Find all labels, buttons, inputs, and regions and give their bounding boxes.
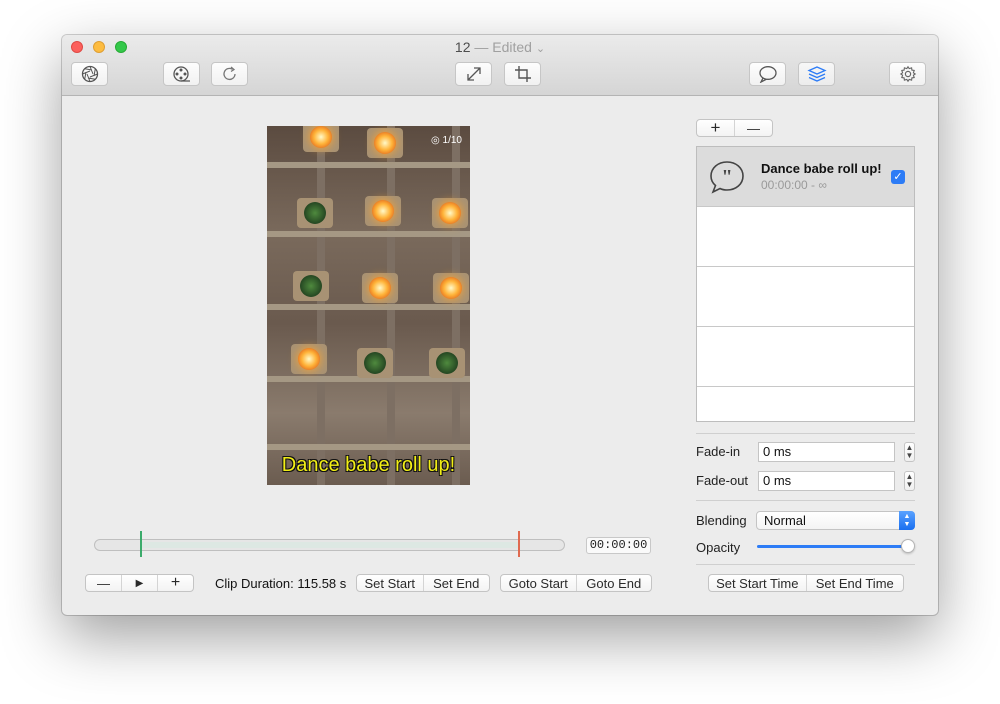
video-lamp [429, 348, 465, 378]
transport-controls: — ▶ + [85, 574, 194, 592]
timeline-selection [142, 542, 519, 548]
blending-value: Normal [764, 513, 806, 528]
title-separator: — [470, 39, 493, 55]
clip-duration: Clip Duration: 115.58 s [215, 576, 347, 591]
title-chevron-icon[interactable]: ⌄ [536, 43, 545, 55]
edited-status: Edited [492, 39, 532, 55]
video-lamp [357, 348, 393, 378]
goto-end-button[interactable]: Goto End [575, 575, 652, 591]
empty-layer-row [697, 267, 914, 327]
blending-label: Blending [696, 513, 747, 528]
fade-out-stepper[interactable]: ▲ ▼ [904, 471, 915, 491]
set-start-button[interactable]: Set Start [357, 575, 423, 591]
video-preview[interactable]: ◎ 1/10 Dance babe roll up! [267, 126, 470, 485]
layers-button[interactable] [798, 62, 835, 86]
video-frame-shelf [267, 231, 470, 237]
app-window: 12 — Edited ⌄ ◎ 1/10 Dance babe roll up!… [62, 35, 938, 615]
video-lamp [293, 271, 329, 301]
video-lamp [367, 128, 403, 158]
resize-icon [466, 67, 481, 81]
add-layer-button[interactable]: + [697, 118, 734, 137]
video-lamp [291, 344, 327, 374]
opacity-slider-knob[interactable] [901, 539, 915, 553]
video-caption: Dance babe roll up! [281, 454, 456, 476]
video-lamp [303, 126, 339, 152]
aperture-icon [81, 65, 98, 83]
video-frame-shelf [267, 304, 470, 310]
panel-divider [696, 564, 915, 565]
quote-bubble-icon: " [710, 161, 744, 194]
video-lamp [362, 273, 398, 303]
video-frame-shelf [267, 444, 470, 450]
title-bar: 12 — Edited ⌄ [62, 35, 938, 96]
set-start-time-button[interactable]: Set Start Time [709, 575, 806, 591]
set-controls: Set Start Set End [356, 574, 490, 592]
video-frame-shelf [267, 162, 470, 168]
settings-button[interactable] [889, 62, 926, 86]
media-button[interactable] [163, 62, 200, 86]
window-title: 12 — Edited ⌄ [62, 39, 938, 55]
opacity-label: Opacity [696, 540, 741, 555]
time-controls: Set Start Time Set End Time [708, 574, 904, 592]
rotate-icon [222, 66, 236, 80]
rotate-button[interactable] [211, 62, 248, 86]
video-lamp [297, 198, 333, 228]
video-lamp [432, 198, 468, 228]
video-watermark: ◎ 1/10 [431, 135, 462, 146]
layers-icon [806, 66, 827, 82]
video-lamp [365, 196, 401, 226]
fade-in-field[interactable]: 0 ms [758, 442, 895, 462]
layer-title: Dance babe roll up! [761, 161, 882, 176]
end-marker[interactable] [518, 531, 520, 557]
fade-out-label: Fade-out [696, 473, 749, 488]
zoom-out-button[interactable]: — [86, 575, 121, 591]
svg-text:": " [721, 166, 732, 188]
blending-select[interactable]: Normal ▲ ▼ [756, 511, 915, 530]
crop-button[interactable] [504, 62, 541, 86]
crop-icon [514, 66, 531, 82]
film-reel-icon [172, 66, 190, 82]
select-arrows-icon: ▲ ▼ [899, 511, 915, 530]
document-name: 12 [454, 39, 471, 55]
fade-out-field[interactable]: 0 ms [758, 471, 895, 491]
timeline-scrubber[interactable] [94, 539, 565, 551]
zoom-in-button[interactable]: + [157, 574, 193, 591]
layer-time-range: 00:00:00 - ∞ [761, 178, 827, 192]
start-marker[interactable] [140, 531, 142, 557]
panel-divider [696, 433, 915, 434]
set-end-button[interactable]: Set End [422, 575, 490, 591]
empty-layer-row [697, 207, 914, 267]
goto-start-button[interactable]: Goto Start [501, 575, 576, 591]
goto-controls: Goto Start Goto End [500, 574, 652, 592]
layer-visible-checkbox[interactable]: ✓ [891, 170, 905, 184]
text-overlay-button[interactable] [749, 62, 786, 86]
opacity-slider[interactable] [757, 545, 907, 548]
speech-bubble-icon [758, 66, 777, 83]
panel-divider [696, 500, 915, 501]
set-end-time-button[interactable]: Set End Time [805, 575, 904, 591]
layer-row[interactable]: " Dance babe roll up! 00:00:00 - ∞ ✓ [697, 147, 914, 207]
fade-in-stepper[interactable]: ▲ ▼ [904, 442, 915, 462]
remove-layer-button[interactable]: — [734, 120, 772, 136]
video-lamp [433, 273, 469, 303]
resize-button[interactable] [455, 62, 492, 86]
layer-add-remove: + — [696, 118, 773, 137]
empty-layer-row [697, 327, 914, 387]
export-button[interactable] [71, 62, 108, 86]
layer-list: " Dance babe roll up! 00:00:00 - ∞ ✓ [696, 146, 915, 422]
timecode-field[interactable]: 00:00:00 [586, 537, 651, 554]
play-button[interactable]: ▶ [121, 575, 157, 591]
fade-in-label: Fade-in [696, 444, 741, 459]
gear-icon [899, 65, 916, 83]
